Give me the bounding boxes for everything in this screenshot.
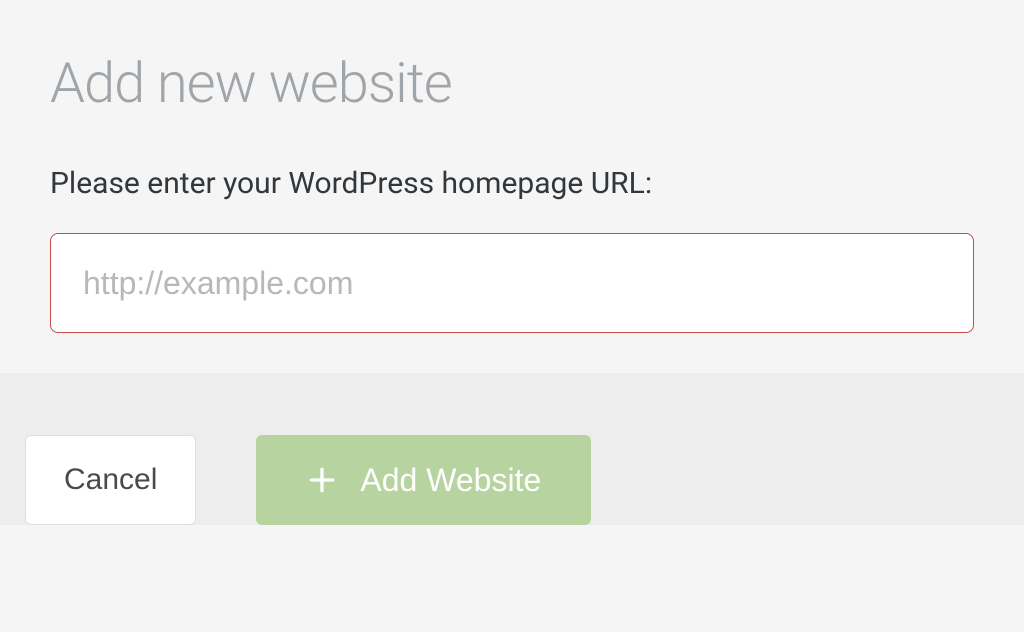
url-input-label: Please enter your WordPress homepage URL…	[50, 166, 974, 201]
form-section: Please enter your WordPress homepage URL…	[0, 166, 1024, 373]
footer-section: Cancel Add Website	[0, 373, 1024, 525]
cancel-button[interactable]: Cancel	[25, 435, 196, 525]
cancel-button-label: Cancel	[64, 463, 157, 496]
plus-icon	[306, 464, 338, 496]
add-website-button[interactable]: Add Website	[256, 435, 591, 525]
add-website-dialog: Add new website Please enter your WordPr…	[0, 0, 1024, 632]
url-input[interactable]	[50, 233, 974, 333]
header-section: Add new website	[0, 0, 1024, 166]
add-website-button-label: Add Website	[360, 462, 541, 499]
page-title: Add new website	[50, 50, 974, 116]
